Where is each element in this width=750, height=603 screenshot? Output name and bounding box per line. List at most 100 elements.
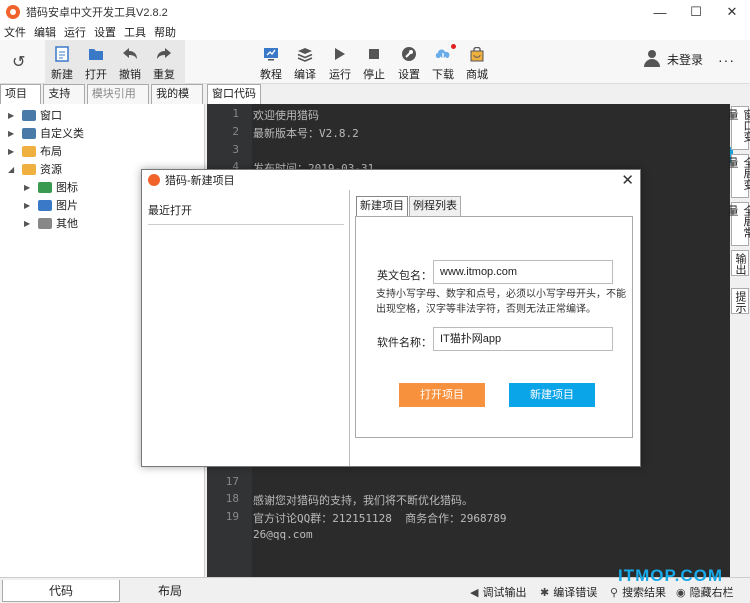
- line-number: 19: [225, 510, 239, 523]
- app-logo-icon: [148, 174, 160, 186]
- tab-project-tree[interactable]: 项目树: [0, 84, 42, 119]
- tab-support-library[interactable]: 支持库: [43, 84, 85, 119]
- left-panel-tabs: 项目树 支持库 模块引用表 我的模板: [0, 84, 205, 119]
- hide-eye-icon: ◉: [676, 586, 686, 599]
- bug-icon: ✱: [540, 586, 550, 599]
- expand-arrow-icon[interactable]: ▶: [8, 129, 18, 138]
- open-button[interactable]: 打开: [79, 42, 113, 82]
- tree-node-label: 图片: [56, 200, 78, 212]
- run-button[interactable]: 运行: [323, 42, 357, 82]
- tree-node-icons[interactable]: ▶ 图标: [24, 178, 78, 196]
- tab-code[interactable]: 代码: [2, 580, 120, 602]
- code-line[interactable]: 26@qq.com: [253, 528, 313, 541]
- tab-module-reference[interactable]: 模块引用表: [86, 84, 150, 119]
- image-folder-icon: [38, 181, 52, 193]
- tab-new-project[interactable]: 新建项目: [356, 196, 408, 216]
- tab-example-list[interactable]: 例程列表: [409, 196, 461, 216]
- menu-settings[interactable]: 设置: [90, 24, 120, 40]
- code-folder-icon: [22, 127, 36, 139]
- dialog-divider: [349, 190, 350, 466]
- settings-button[interactable]: 设置: [392, 42, 426, 82]
- run-icon: [331, 45, 349, 63]
- maximize-button[interactable]: ☐: [678, 0, 714, 24]
- close-window-button[interactable]: ✕: [714, 0, 750, 24]
- menu-run[interactable]: 运行: [60, 24, 90, 40]
- expand-arrow-icon[interactable]: ▶: [24, 219, 34, 228]
- tree-node-window[interactable]: ▶ 窗口: [8, 106, 62, 124]
- expand-arrow-icon[interactable]: ▶: [24, 183, 34, 192]
- compile-icon: [296, 45, 314, 63]
- user-login[interactable]: 未登录: [643, 50, 703, 68]
- tab-window-variables[interactable]: 窗口变量: [726, 106, 750, 150]
- expand-arrow-icon[interactable]: ▶: [8, 111, 18, 120]
- create-project-button[interactable]: 新建项目: [509, 383, 595, 407]
- store-icon: [468, 45, 486, 63]
- store-button[interactable]: 商城: [460, 42, 494, 82]
- settings-icon: [400, 45, 418, 63]
- open-button-label: 打开: [85, 69, 107, 81]
- menu-help[interactable]: 帮助: [150, 24, 180, 40]
- package-name-input[interactable]: www.itmop.com: [433, 260, 613, 284]
- dialog-close-icon[interactable]: ✕: [621, 171, 634, 189]
- code-line[interactable]: 感谢您对猎码的支持，我们将不断优化猎码。: [253, 492, 473, 508]
- tree-node-label: 其他: [56, 218, 78, 230]
- tree-node-label: 资源: [40, 164, 62, 176]
- image-folder-icon: [38, 199, 52, 211]
- new-button[interactable]: 新建: [45, 42, 79, 82]
- tab-global-constants[interactable]: 全局常量: [726, 202, 750, 246]
- compile-errors-button[interactable]: ✱ 编译错误: [540, 584, 597, 600]
- history-icon[interactable]: ↺: [12, 52, 25, 72]
- code-line[interactable]: 最新版本号：V2.8.2: [253, 125, 359, 141]
- tab-window-code[interactable]: 窗口代码: [207, 84, 261, 104]
- tree-node-images[interactable]: ▶ 图片: [24, 196, 78, 214]
- tree-node-custom-class[interactable]: ▶ 自定义类: [8, 124, 84, 142]
- menu-edit[interactable]: 编辑: [30, 24, 60, 40]
- app-name-input[interactable]: IT猫扑网app: [433, 327, 613, 351]
- tutorial-button[interactable]: 教程: [254, 42, 288, 82]
- download-button-label: 下载: [432, 69, 454, 81]
- code-folder-icon: [22, 109, 36, 121]
- hide-right-panel-button[interactable]: ◉ 隐藏右栏: [676, 584, 734, 600]
- compile-button-label: 编译: [294, 69, 316, 81]
- tab-layout[interactable]: 布局: [122, 580, 218, 602]
- app-name-label: 软件名称：: [377, 337, 432, 349]
- new-button-label: 新建: [51, 69, 73, 81]
- line-number: 17: [225, 475, 239, 488]
- new-project-panel: 英文包名： www.itmop.com 支持小写字母、数字和点号，必须以小写字母…: [355, 216, 633, 438]
- tab-hints[interactable]: 提示: [731, 288, 749, 314]
- tab-global-variables[interactable]: 全局变量: [726, 154, 750, 198]
- tree-node-other[interactable]: ▶ 其他: [24, 214, 78, 232]
- folder-icon: [38, 217, 52, 229]
- menu-tools[interactable]: 工具: [120, 24, 150, 40]
- window-controls: — ☐ ✕: [642, 0, 750, 24]
- store-button-label: 商城: [466, 69, 488, 81]
- expand-arrow-icon[interactable]: ▶: [24, 201, 34, 210]
- compile-button[interactable]: 编译: [288, 42, 322, 82]
- redo-button[interactable]: 重复: [147, 42, 181, 82]
- search-results-button[interactable]: ⚲ 搜索结果: [610, 584, 666, 600]
- line-number: 18: [225, 492, 239, 505]
- stop-button[interactable]: 停止: [357, 42, 391, 82]
- search-icon: ⚲: [610, 586, 619, 599]
- minimize-button[interactable]: —: [642, 0, 678, 24]
- collapse-arrow-icon[interactable]: ◢: [8, 165, 18, 174]
- undo-button[interactable]: 撤销: [113, 42, 147, 82]
- more-options-icon[interactable]: ···: [718, 52, 735, 68]
- expand-arrow-icon[interactable]: ▶: [8, 147, 18, 156]
- code-line[interactable]: 欢迎使用猎码: [253, 107, 319, 123]
- tab-output[interactable]: 输出: [731, 250, 749, 276]
- redo-icon: [155, 45, 173, 63]
- open-project-button[interactable]: 打开项目: [399, 383, 485, 407]
- menu-file[interactable]: 文件: [0, 24, 30, 40]
- tree-node-resources[interactable]: ◢ 资源: [8, 160, 62, 178]
- new-file-icon: [53, 45, 71, 63]
- dialog-title: 猎码-新建项目: [165, 175, 235, 187]
- code-line[interactable]: 官方讨论QQ群：212151128 商务合作：2968789: [253, 510, 506, 526]
- recent-projects-label: 最近打开: [148, 202, 344, 225]
- tab-my-templates[interactable]: 我的模板: [151, 84, 203, 119]
- settings-button-label: 设置: [398, 69, 420, 81]
- dialog-title-bar: 猎码-新建项目: [142, 170, 640, 190]
- debug-output-button[interactable]: ◀ 调试输出: [470, 584, 526, 600]
- tree-node-layout[interactable]: ▶ 布局: [8, 142, 62, 160]
- package-name-hint: 支持小写字母、数字和点号，必须以小写字母开头，不能出现空格，汉字等非法字符，否则…: [376, 289, 626, 315]
